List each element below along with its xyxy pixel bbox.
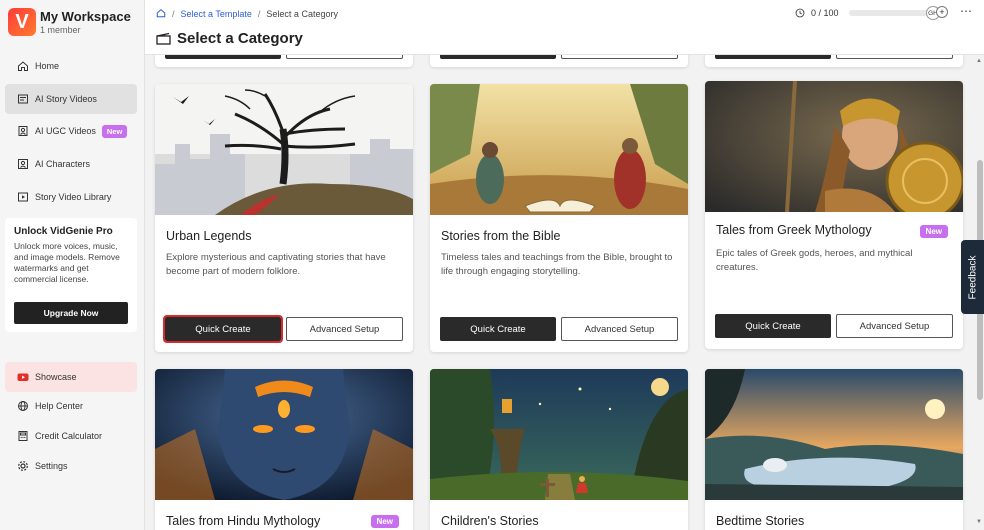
sidebar-item-label: Settings	[35, 461, 68, 471]
card-description: Epic tales of Greek gods, heroes, and my…	[716, 248, 913, 273]
globe-icon	[17, 400, 29, 412]
category-card-urban-legends[interactable]: Urban Legends Explore mysterious and cap…	[155, 84, 413, 352]
promo-text: Unlock more voices, music, and image mod…	[14, 241, 120, 284]
advanced-setup-button[interactable]	[836, 55, 953, 59]
breadcrumb: / Select a Template / Select a Category	[156, 8, 338, 20]
breadcrumb-separator: /	[257, 9, 261, 19]
youtube-icon	[17, 371, 29, 383]
sidebar-item-label: Showcase	[35, 372, 77, 382]
card-description: Timeless tales and teachings from the Bi…	[441, 252, 673, 277]
promo-title: Unlock VidGenie Pro	[14, 226, 113, 237]
advanced-setup-button[interactable]	[286, 55, 403, 59]
sidebar-item-settings[interactable]: Settings	[5, 451, 137, 481]
childrens-stories-image	[430, 369, 688, 500]
category-card-childrens-stories[interactable]: Children's Stories	[430, 369, 688, 530]
sidebar-item-home[interactable]: Home	[5, 51, 137, 81]
sidebar: V My Workspace 1 member Home AI Story Vi…	[0, 0, 145, 530]
quick-create-button[interactable]	[440, 55, 556, 59]
urban-legends-image	[155, 84, 413, 215]
add-member-icon[interactable]: +	[936, 6, 948, 18]
sidebar-item-ai-story-videos[interactable]: AI Story Videos	[5, 84, 137, 114]
quick-create-button[interactable]: Quick Create	[440, 317, 556, 341]
library-icon	[17, 191, 29, 203]
ugc-icon	[17, 125, 29, 137]
quick-create-button[interactable]: Quick Create	[715, 314, 831, 338]
advanced-setup-button[interactable]: Advanced Setup	[836, 314, 953, 338]
category-card-partial	[430, 55, 688, 67]
sidebar-item-label: AI Story Videos	[35, 94, 97, 104]
category-card-partial	[705, 55, 963, 67]
feedback-label: Feedback	[967, 255, 979, 299]
breadcrumb-select-template[interactable]: Select a Template	[181, 9, 252, 19]
sidebar-item-label: Home	[35, 61, 60, 71]
card-title: Bedtime Stories	[716, 514, 805, 528]
upgrade-promo: Unlock VidGenie Pro Unlock more voices, …	[5, 218, 137, 332]
bedtime-stories-image	[705, 369, 963, 500]
category-card-hindu-mythology[interactable]: Tales from Hindu Mythology New	[155, 369, 413, 530]
scroll-up-icon[interactable]: ▲	[976, 58, 982, 64]
sidebar-item-help-center[interactable]: Help Center	[5, 391, 137, 421]
quick-create-button[interactable]: Quick Create	[163, 315, 283, 343]
home-icon	[17, 60, 29, 72]
breadcrumb-separator: /	[172, 9, 175, 19]
sidebar-item-label: Story Video Library	[35, 192, 112, 202]
advanced-setup-button[interactable]: Advanced Setup	[286, 317, 403, 341]
card-title: Urban Legends	[166, 229, 252, 243]
new-badge: New	[370, 515, 399, 528]
characters-icon	[17, 158, 29, 170]
card-title: Children's Stories	[441, 514, 539, 528]
breadcrumb-current: Select a Category	[266, 9, 338, 19]
sidebar-item-label: Credit Calculator	[35, 431, 103, 441]
card-title: Stories from the Bible	[441, 229, 561, 243]
new-badge: New	[919, 225, 948, 238]
top-bar: / Select a Template / Select a Category …	[145, 0, 984, 55]
bible-stories-image	[430, 84, 688, 215]
sidebar-item-label: AI UGC Videos	[35, 126, 96, 136]
category-card-bible[interactable]: Stories from the Bible Timeless tales an…	[430, 84, 688, 352]
category-card-bedtime-stories[interactable]: Bedtime Stories	[705, 369, 963, 530]
greek-mythology-image	[705, 81, 963, 212]
sidebar-item-label: Help Center	[35, 401, 84, 411]
clock-icon	[795, 8, 805, 18]
credits-meter: 0 / 100	[795, 8, 944, 18]
quick-create-button[interactable]	[715, 55, 831, 59]
sidebar-item-story-video-library[interactable]: Story Video Library	[5, 182, 137, 212]
gear-icon	[17, 460, 29, 472]
advanced-setup-button[interactable]	[561, 55, 678, 59]
workspace-name: My Workspace	[40, 9, 131, 24]
sidebar-item-credit-calculator[interactable]: Credit Calculator	[5, 421, 137, 451]
page-title-row: Select a Category	[156, 30, 303, 47]
workspace-switcher[interactable]: V My Workspace 1 member	[8, 8, 131, 36]
sidebar-item-label: AI Characters	[35, 159, 91, 169]
advanced-setup-button[interactable]: Advanced Setup	[561, 317, 678, 341]
feedback-tab[interactable]: Feedback	[961, 240, 984, 314]
sidebar-item-ai-characters[interactable]: AI Characters	[5, 149, 137, 179]
new-badge: New	[101, 124, 128, 138]
sidebar-item-showcase[interactable]: Showcase	[5, 362, 137, 392]
calculator-icon	[17, 430, 29, 442]
scroll-down-icon[interactable]: ▼	[976, 519, 982, 525]
sidebar-item-ai-ugc-videos[interactable]: AI UGC Videos New	[5, 116, 137, 146]
card-title: Tales from Greek Mythology	[716, 223, 872, 237]
category-card-partial	[155, 55, 413, 67]
clapperboard-icon	[156, 32, 171, 45]
card-description: Explore mysterious and captivating stori…	[166, 252, 386, 277]
page-title: Select a Category	[177, 30, 303, 47]
hindu-mythology-image	[155, 369, 413, 500]
quick-create-button[interactable]	[165, 55, 281, 59]
credits-count: 0 / 100	[811, 8, 839, 18]
card-title: Tales from Hindu Mythology	[166, 514, 321, 528]
home-breadcrumb-icon[interactable]	[156, 8, 166, 20]
more-options-icon[interactable]: ⋯	[960, 4, 973, 18]
vidgenie-logo: V	[8, 8, 36, 36]
upgrade-now-button[interactable]: Upgrade Now	[14, 302, 128, 324]
category-card-greek-mythology[interactable]: Tales from Greek Mythology New Epic tale…	[705, 81, 963, 349]
story-icon	[17, 93, 29, 105]
category-grid: Urban Legends Explore mysterious and cap…	[145, 55, 975, 530]
workspace-members: 1 member	[40, 25, 81, 35]
